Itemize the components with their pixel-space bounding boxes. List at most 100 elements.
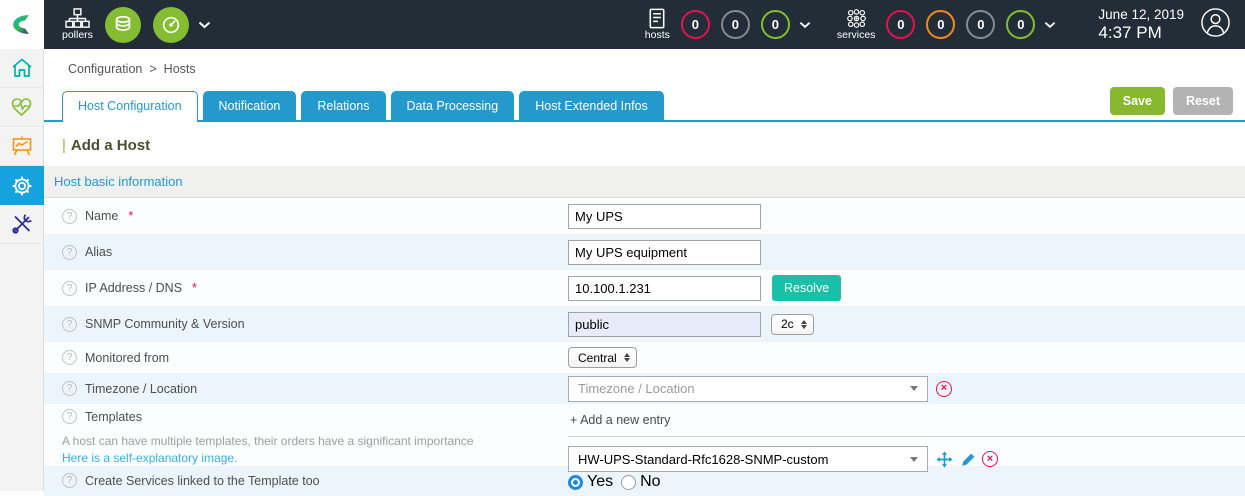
form-row-alias: ? Alias: [44, 234, 1245, 270]
templates-help-link[interactable]: Here is a self-explanatory image.: [62, 451, 568, 465]
move-icon: [936, 451, 953, 468]
select-arrows-icon: [801, 320, 807, 329]
user-menu[interactable]: [1200, 7, 1231, 43]
chevron-down-icon: [1044, 21, 1056, 29]
template-move-handle[interactable]: [936, 451, 953, 468]
services-warning-badge[interactable]: 0: [926, 10, 955, 39]
sidebar-item-monitoring[interactable]: [0, 88, 43, 127]
help-icon[interactable]: ?: [62, 281, 77, 296]
help-icon[interactable]: ?: [62, 209, 77, 224]
breadcrumb-section[interactable]: Configuration: [68, 62, 142, 76]
home-icon: [10, 56, 34, 80]
sidebar-item-home[interactable]: [0, 49, 43, 88]
chevron-down-icon: [799, 21, 811, 29]
centreon-logo[interactable]: [0, 0, 44, 49]
ip-address-input[interactable]: [568, 276, 761, 301]
sidebar-item-reporting[interactable]: [0, 127, 43, 166]
help-icon[interactable]: ?: [62, 245, 77, 260]
snmp-community-input[interactable]: [568, 312, 761, 337]
monitored-from-select[interactable]: Central: [568, 347, 637, 368]
form-row-timezone: ? Timezone / Location Timezone / Locatio…: [44, 373, 1245, 404]
services-expand-chevron[interactable]: [1044, 21, 1056, 29]
required-marker: *: [192, 281, 197, 295]
pollers-status[interactable]: pollers: [62, 7, 93, 42]
current-date: June 12, 2019: [1098, 7, 1184, 22]
gauge-icon: [160, 14, 182, 36]
breadcrumb-separator: >: [149, 62, 156, 76]
templates-help-text: A host can have multiple templates, thei…: [62, 434, 568, 448]
snmp-label: ? SNMP Community & Version: [62, 317, 568, 332]
template-edit-button[interactable]: [961, 452, 976, 467]
pollers-icon: [64, 7, 91, 30]
centreon-logo-icon: [9, 11, 36, 38]
add-new-entry-link[interactable]: + Add a new entry: [568, 409, 1245, 437]
timezone-placeholder: Timezone / Location: [578, 381, 695, 396]
hosts-up-badge[interactable]: 0: [761, 10, 790, 39]
hosts-down-badge[interactable]: 0: [681, 10, 710, 39]
dropdown-arrow-icon: [910, 386, 918, 391]
hosts-status[interactable]: hosts: [645, 7, 670, 42]
heart-pulse-icon: [9, 95, 34, 119]
breadcrumb: Configuration > Hosts: [44, 49, 1245, 87]
poller-latency-status[interactable]: [153, 7, 189, 43]
save-button[interactable]: Save: [1110, 87, 1165, 115]
template-select[interactable]: HW-UPS-Standard-Rfc1628-SNMP-custom: [568, 446, 928, 472]
form-row-ip-address: ? IP Address / DNS * Resolve: [44, 270, 1245, 306]
sidebar-nav: [0, 49, 44, 491]
pollers-label: pollers: [62, 30, 93, 42]
select-arrows-icon: [624, 353, 630, 362]
poller-database-status[interactable]: [105, 7, 141, 43]
database-icon: [112, 14, 134, 36]
services-unknown-badge[interactable]: 0: [966, 10, 995, 39]
snmp-version-select[interactable]: 2c: [771, 314, 814, 335]
help-icon[interactable]: ?: [62, 350, 77, 365]
ip-address-label: ? IP Address / DNS *: [62, 281, 568, 296]
help-icon[interactable]: ?: [62, 409, 77, 424]
breadcrumb-page[interactable]: Hosts: [164, 62, 196, 76]
tab-relations[interactable]: Relations: [301, 91, 385, 120]
create-services-yes-label: Yes: [587, 473, 613, 491]
services-icon: [843, 7, 870, 30]
pencil-icon: [961, 452, 976, 467]
templates-control-block: + Add a new entry HW-UPS-Standard-Rfc162…: [568, 409, 1245, 472]
form-actions: Save Reset: [1110, 87, 1233, 120]
services-ok-badge[interactable]: 0: [1006, 10, 1035, 39]
help-icon[interactable]: ?: [62, 381, 77, 396]
help-icon[interactable]: ?: [62, 473, 77, 488]
timezone-select[interactable]: Timezone / Location: [568, 376, 928, 402]
template-remove-icon[interactable]: ×: [982, 451, 998, 467]
services-status[interactable]: services: [837, 7, 876, 42]
monitored-from-label: ? Monitored from: [62, 350, 568, 365]
alias-label: ? Alias: [62, 245, 568, 260]
resolve-button[interactable]: Resolve: [772, 275, 841, 301]
reset-button[interactable]: Reset: [1173, 87, 1233, 115]
chevron-down-icon: [198, 21, 211, 29]
alias-input[interactable]: [568, 240, 761, 265]
required-marker: *: [128, 209, 133, 223]
tab-host-configuration[interactable]: Host Configuration: [62, 91, 198, 122]
services-critical-badge[interactable]: 0: [886, 10, 915, 39]
form-row-templates: ? Templates A host can have multiple tem…: [44, 404, 1245, 466]
tab-notification[interactable]: Notification: [203, 91, 297, 120]
hosts-icon: [645, 7, 669, 30]
pollers-expand-chevron[interactable]: [198, 21, 211, 29]
form-row-snmp: ? SNMP Community & Version 2c: [44, 306, 1245, 342]
create-services-yes-radio[interactable]: [568, 475, 583, 490]
hosts-unreachable-badge[interactable]: 0: [721, 10, 750, 39]
gear-icon: [10, 174, 34, 198]
timezone-clear-icon[interactable]: ×: [936, 381, 952, 397]
templates-label-block: ? Templates A host can have multiple tem…: [62, 409, 568, 465]
name-label: ? Name *: [62, 209, 568, 224]
create-services-no-radio[interactable]: [621, 475, 636, 490]
tab-host-extended-infos[interactable]: Host Extended Infos: [519, 91, 664, 120]
current-time: 4:37 PM: [1098, 23, 1184, 43]
hosts-expand-chevron[interactable]: [799, 21, 811, 29]
sidebar-item-administration[interactable]: [0, 205, 43, 244]
create-services-no-label: No: [640, 473, 660, 491]
name-input[interactable]: [568, 204, 761, 229]
sidebar-item-configuration[interactable]: [0, 166, 44, 205]
section-header-host-basic-information: Host basic information: [44, 166, 1245, 198]
tab-data-processing[interactable]: Data Processing: [391, 91, 515, 120]
user-icon: [1200, 7, 1231, 38]
help-icon[interactable]: ?: [62, 317, 77, 332]
